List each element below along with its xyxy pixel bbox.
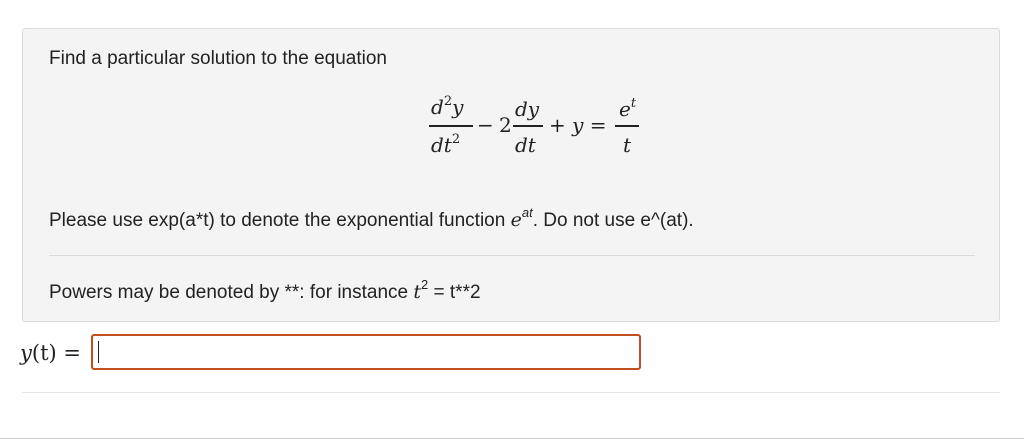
eq-fraction-bar [615,125,639,127]
eq-rhs-numerator: et [619,96,637,121]
question-prompt: Find a particular solution to the equati… [49,48,387,69]
eq-fraction-bar [513,125,543,127]
eq-plus-y-equals: + y = [549,113,607,137]
eq-rhs-denominator: t [623,133,632,157]
eq-coefficient: 2 [499,113,512,137]
eq-term2-denominator: dt [515,133,536,157]
question-card: Find a particular solution to the equati… [22,28,1000,322]
divider [49,255,975,256]
eq-term1-numerator: d2y [431,94,464,119]
eq-fraction-bar [429,125,473,127]
powers-instruction: Powers may be denoted by **: for instanc… [49,277,481,303]
answer-input[interactable] [91,334,641,370]
exp-instruction: Please use exp(a*t) to denote the expone… [49,205,694,231]
eq-term2-numerator: dy [515,97,540,121]
answer-label: y(t) = [20,341,81,365]
page-divider [0,438,1024,439]
differential-equation: d2y dt2 − 2 dy dt + y = et t [401,94,639,159]
text-cursor [98,341,99,363]
section-divider [22,392,1000,393]
eq-minus: − [477,113,494,137]
eq-term1-denominator: dt2 [431,132,461,157]
